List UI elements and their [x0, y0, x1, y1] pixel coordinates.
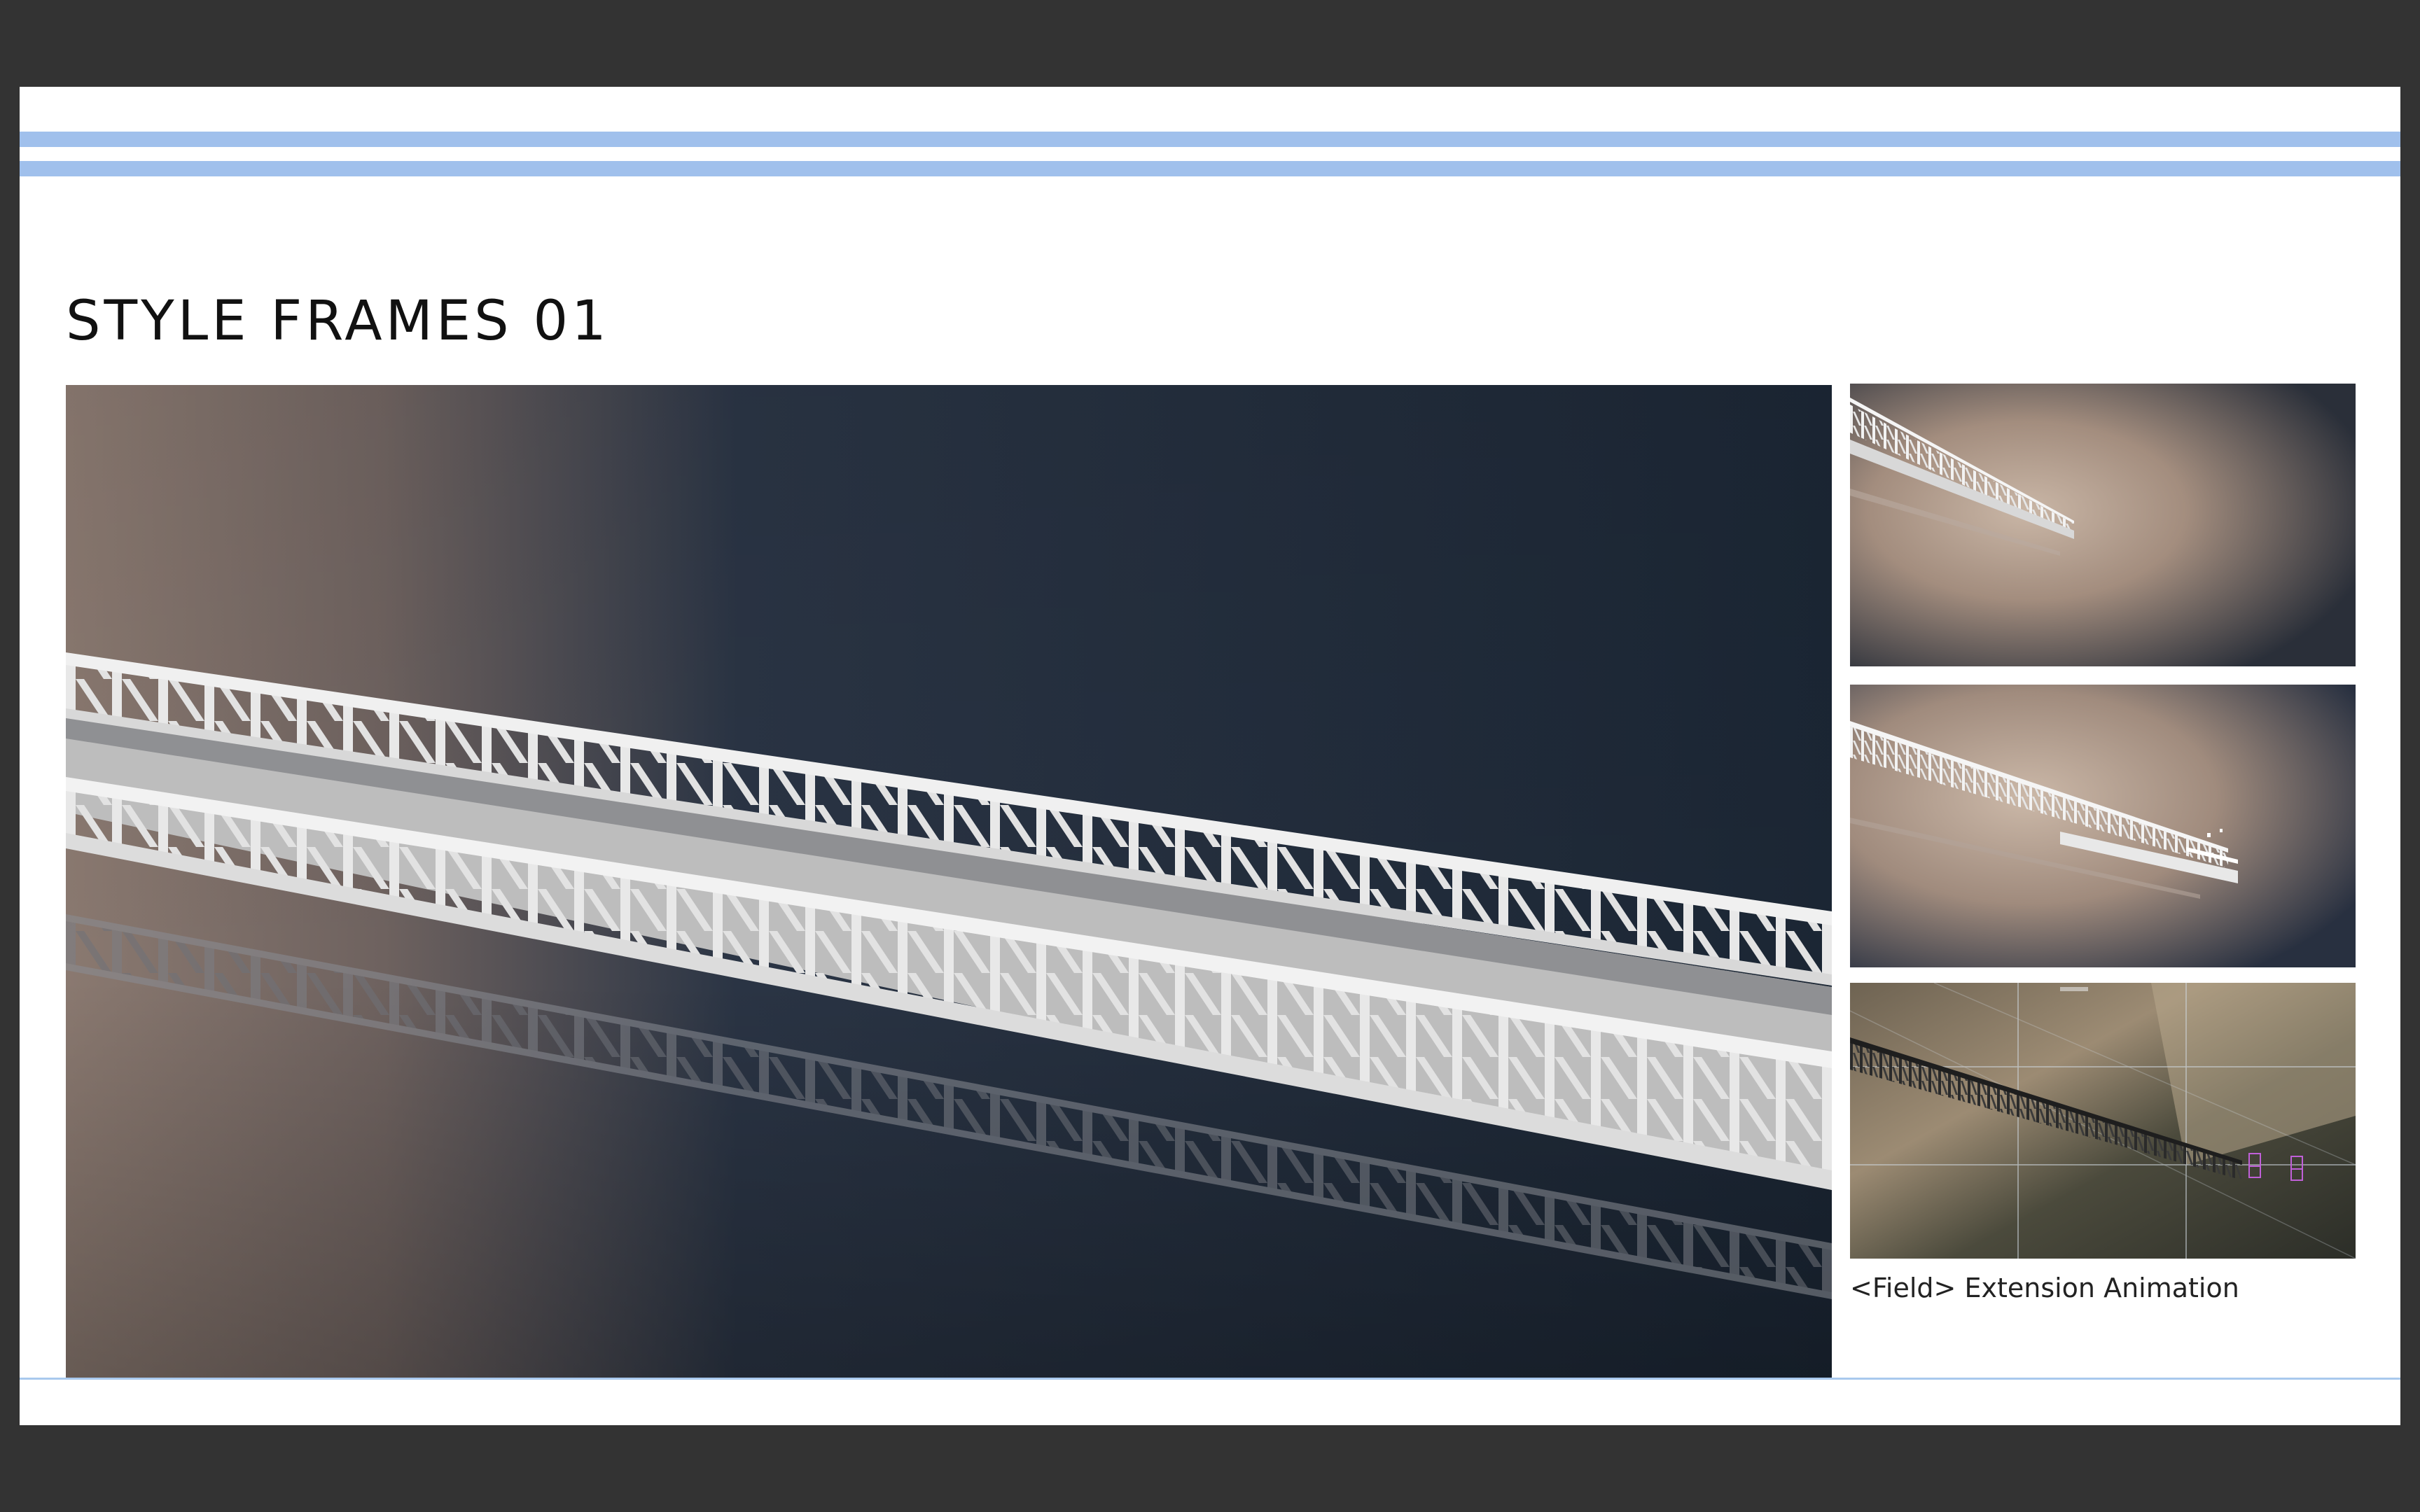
thumbnail-frame-1 — [1850, 384, 2356, 666]
slide: STYLE FRAMES 01 <Field> Extension Animat… — [20, 87, 2400, 1425]
footer-rule — [20, 1378, 2400, 1380]
header-rule-bottom — [20, 161, 2400, 176]
thumbnail-caption: <Field> Extension Animation — [1850, 1273, 2239, 1303]
page-title: STYLE FRAMES 01 — [66, 290, 610, 353]
header-rule-top — [20, 132, 2400, 147]
thumbnail-1-image — [1850, 384, 2356, 666]
main-frame-image — [66, 385, 1832, 1378]
thumbnail-frame-2 — [1850, 685, 2356, 967]
thumbnail-3-image — [1850, 983, 2356, 1259]
thumbnail-frame-3 — [1850, 983, 2356, 1259]
main-style-frame — [66, 385, 1832, 1378]
thumbnail-2-image — [1850, 685, 2356, 967]
